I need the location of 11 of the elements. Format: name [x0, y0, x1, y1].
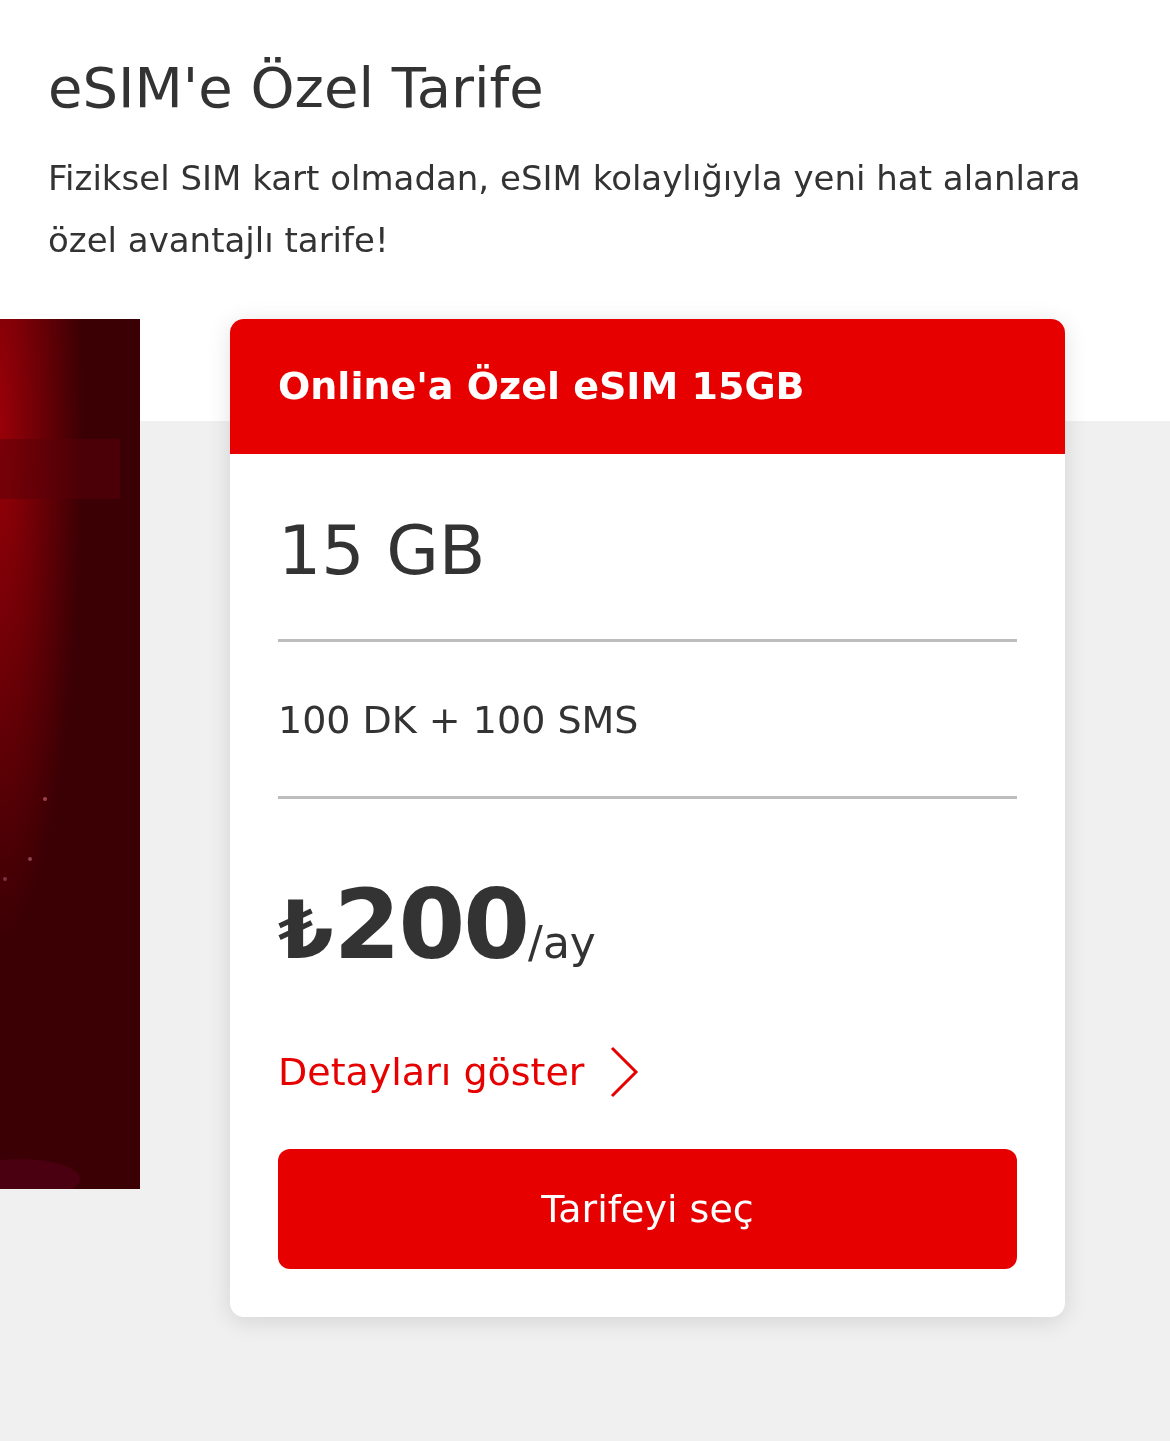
chevron-right-icon: [608, 1045, 639, 1100]
description: Fiziksel SIM kart olmadan, eSIM kolaylığıyla yeni hat alanlara özel avantajlı tarife!: [48, 156, 1082, 262]
select-tariff-button[interactable]: Tarifeyi seç: [278, 1149, 1017, 1270]
data-amount: 15 GB: [278, 509, 487, 592]
minutes-sms: 100 DK + 100 SMS: [278, 697, 640, 745]
details-link[interactable]: Detayları göster: [278, 1045, 639, 1100]
currency-symbol: ₺: [278, 884, 334, 978]
page-title: eSIM'e Özel Tarife: [48, 54, 545, 122]
card-header: Online'a Özel eSIM 15GB: [230, 318, 1065, 454]
price-amount: 200: [333, 869, 529, 982]
price-period: /ay: [528, 917, 596, 969]
